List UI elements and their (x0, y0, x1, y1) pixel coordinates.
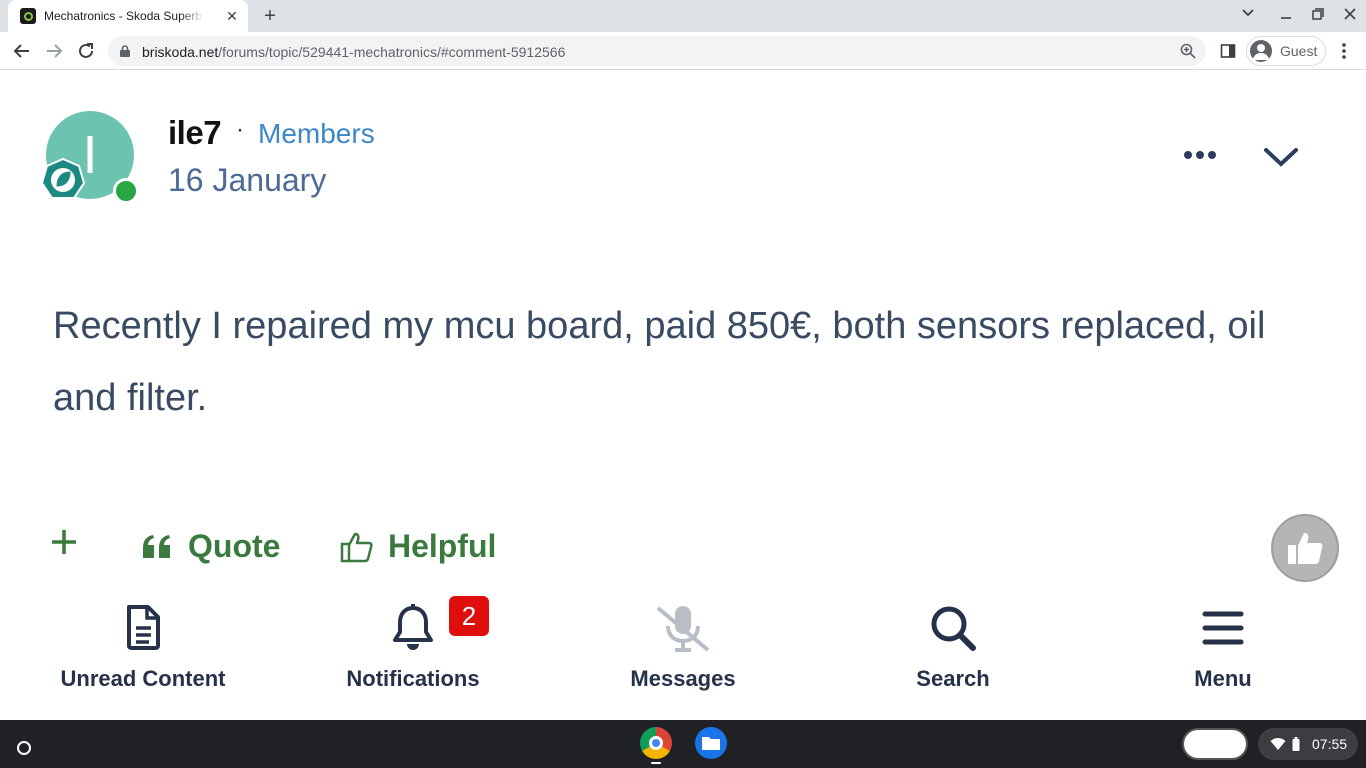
rank-badge-icon (40, 157, 86, 199)
nav-unread-label: Unread Content (60, 666, 226, 691)
wifi-icon (1270, 738, 1286, 750)
profile-button[interactable]: Guest (1246, 36, 1326, 66)
hamburger-menu-icon (1202, 611, 1244, 645)
launcher-icon[interactable] (8, 732, 40, 764)
search-icon (931, 606, 976, 651)
nav-menu-label: Menu (1194, 666, 1252, 691)
browser-toolbar: briskoda.net/forums/topic/529441-mechatr… (0, 32, 1366, 70)
close-tab-icon[interactable]: ✕ (224, 8, 240, 24)
tab-search-chevron-icon[interactable] (1238, 6, 1258, 26)
nav-notifications-label: Notifications (346, 666, 480, 691)
notification-count-badge: 2 (449, 596, 489, 636)
holding-space-tray[interactable] (1182, 728, 1248, 760)
restore-icon[interactable] (1308, 6, 1328, 26)
browser-tab[interactable]: Mechatronics - Skoda Superb Mk3 ✕ (8, 0, 248, 32)
helpful-label: Helpful (388, 528, 497, 564)
chevron-down-icon[interactable] (1262, 142, 1300, 170)
online-status-dot (113, 178, 139, 204)
new-tab-icon[interactable]: + (258, 4, 282, 28)
member-group: Members (258, 118, 375, 149)
tab-strip: Mechatronics - Skoda Superb Mk3 ✕ + (0, 0, 1366, 32)
browser-menu-icon[interactable] (1332, 39, 1356, 63)
clock: 07:55 (1312, 736, 1348, 752)
post-content: Recently I repaired my mcu board, paid 8… (53, 305, 1266, 419)
url-text: briskoda.net/forums/topic/529441-mechatr… (142, 44, 566, 60)
helpful-button[interactable]: Helpful (340, 528, 496, 565)
nav-messages[interactable]: Messages (583, 600, 783, 700)
microphone-slash-icon (656, 606, 710, 652)
nav-search[interactable]: Search (853, 600, 1053, 700)
back-icon[interactable] (10, 39, 34, 63)
more-options-icon[interactable] (1182, 142, 1218, 168)
quote-label: Quote (188, 528, 281, 564)
nav-messages-label: Messages (630, 666, 736, 691)
bell-icon (393, 604, 433, 650)
side-panel-icon[interactable] (1216, 39, 1240, 63)
thumbs-up-icon (340, 532, 373, 562)
app-running-indicator (651, 762, 661, 764)
profile-label: Guest (1280, 43, 1318, 59)
site-favicon-icon (20, 8, 36, 24)
reload-icon[interactable] (74, 39, 98, 63)
close-window-icon[interactable] (1340, 6, 1360, 26)
profile-avatar-icon (1250, 40, 1272, 62)
forward-icon[interactable] (42, 39, 66, 63)
multiquote-button[interactable] (50, 528, 78, 556)
chrome-app-icon[interactable] (640, 727, 672, 759)
minimize-icon[interactable] (1276, 6, 1296, 26)
nav-search-label: Search (916, 666, 990, 691)
separator-dot: · (236, 116, 244, 143)
post-date[interactable]: 16 January (168, 162, 326, 199)
lock-icon (120, 45, 130, 57)
address-bar[interactable]: briskoda.net/forums/topic/529441-mechatr… (108, 36, 1206, 66)
document-icon (127, 605, 160, 650)
tab-title: Mechatronics - Skoda Superb Mk3 (44, 9, 204, 23)
thumbs-up-icon (1288, 533, 1323, 564)
reaction-button[interactable] (1271, 514, 1339, 582)
zoom-icon[interactable] (1180, 43, 1196, 59)
battery-icon (1292, 737, 1300, 751)
status-tray[interactable]: 07:55 (1258, 728, 1358, 760)
nav-menu[interactable]: Menu (1123, 600, 1323, 700)
quote-button[interactable]: Quote (142, 528, 280, 565)
files-app-icon[interactable] (695, 727, 727, 759)
author-name[interactable]: ile7 (168, 114, 222, 152)
plus-icon (52, 530, 76, 554)
nav-unread-content[interactable]: Unread Content (43, 600, 243, 700)
quote-icon (143, 534, 170, 558)
os-shelf: 07:55 (0, 720, 1366, 768)
